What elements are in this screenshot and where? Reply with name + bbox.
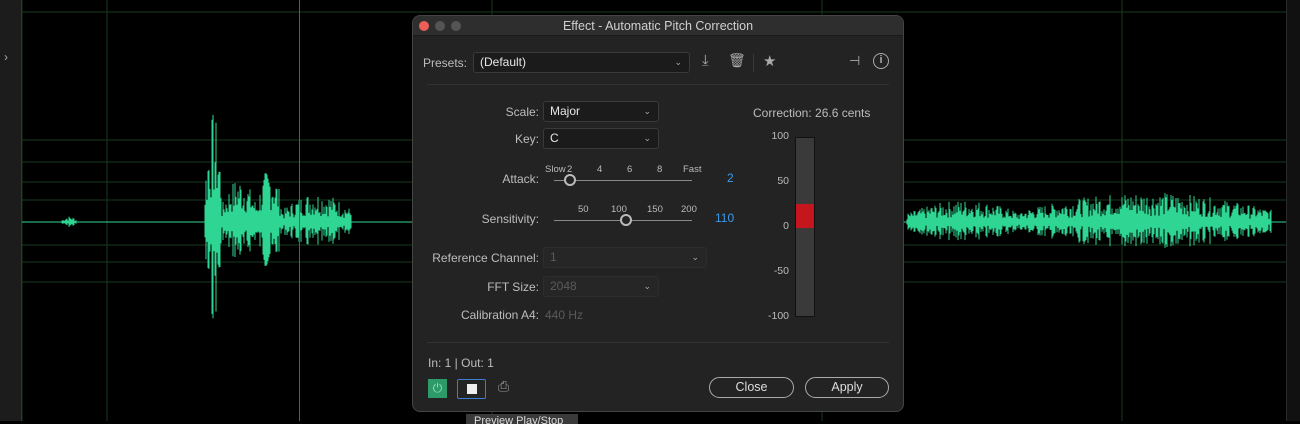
tick-label: 4: [597, 164, 603, 175]
meter-tick-label: -100: [767, 310, 789, 322]
io-status: In: 1 | Out: 1: [428, 356, 494, 370]
power-toggle-icon[interactable]: ⏻: [428, 379, 447, 398]
sensitivity-slider-thumb[interactable]: [620, 214, 632, 226]
fft-size-select[interactable]: 2048 ⌄: [543, 276, 659, 297]
meter-tick-label: 50: [777, 175, 789, 187]
attack-value[interactable]: 2: [727, 171, 734, 185]
left-panel: ›: [0, 0, 22, 421]
save-preset-icon[interactable]: ⤓: [702, 52, 709, 69]
tick-label: 50: [578, 204, 589, 215]
info-icon[interactable]: i: [873, 53, 889, 69]
fft-size-label: FFT Size:: [487, 280, 539, 294]
chevron-right-icon[interactable]: ›: [4, 50, 8, 64]
separator: [427, 342, 889, 343]
key-select[interactable]: C ⌄: [543, 128, 659, 149]
close-window-icon[interactable]: [419, 21, 429, 31]
right-scrollbar[interactable]: [1286, 0, 1300, 421]
presets-label: Presets:: [422, 56, 467, 70]
calibration-label: Calibration A4:: [460, 308, 539, 322]
favorite-star-icon[interactable]: ★: [763, 52, 776, 70]
playhead[interactable]: [299, 0, 300, 421]
loop-export-icon[interactable]: ⎙: [498, 378, 509, 395]
sensitivity-label: Sensitivity:: [481, 212, 539, 226]
scale-select[interactable]: Major ⌄: [543, 101, 659, 122]
apply-button[interactable]: Apply: [805, 377, 889, 398]
chevron-down-icon: ⌄: [643, 281, 651, 291]
chevron-down-icon: ⌄: [691, 252, 699, 262]
chevron-down-icon: ⌄: [643, 106, 651, 116]
separator: [427, 84, 889, 85]
attack-label: Attack:: [502, 172, 539, 186]
scale-label: Scale:: [505, 105, 539, 119]
tick-label: 6: [627, 164, 633, 175]
preset-value: (Default): [480, 55, 527, 69]
effect-dialog: Effect - Automatic Pitch Correction Pres…: [412, 15, 904, 412]
presets-select[interactable]: (Default) ⌄: [473, 52, 690, 73]
trash-icon[interactable]: 🗑: [728, 52, 746, 69]
attack-slider-thumb[interactable]: [564, 174, 576, 186]
reference-channel-select[interactable]: 1 ⌄: [543, 247, 707, 268]
reference-channel-label: Reference Channel:: [432, 251, 539, 265]
key-value: C: [550, 131, 559, 145]
tick-label: Fast: [683, 164, 702, 175]
correction-meter: [795, 137, 815, 317]
chevron-down-icon: ⌄: [674, 57, 682, 67]
fft-size-value: 2048: [550, 279, 577, 293]
tick-label: 8: [657, 164, 663, 175]
correction-meter-fill: [796, 204, 814, 228]
reference-channel-value: 1: [550, 250, 557, 264]
meter-tick-label: -50: [773, 265, 789, 277]
zoom-window-icon[interactable]: [451, 21, 461, 31]
meter-tick-label: 100: [771, 130, 789, 142]
minimize-window-icon[interactable]: [435, 21, 445, 31]
preview-play-stop-button[interactable]: [457, 379, 486, 399]
scale-value: Major: [550, 104, 581, 118]
title-bar: Effect - Automatic Pitch Correction: [413, 16, 903, 36]
calibration-value[interactable]: 440 Hz: [545, 308, 583, 322]
routing-icon[interactable]: ⊣: [849, 53, 860, 69]
tick-label: Slow: [545, 164, 566, 175]
tooltip: Preview Play/Stop: [466, 414, 578, 424]
tick-label: 200: [681, 204, 697, 215]
stop-icon: [467, 384, 477, 394]
correction-readout: Correction: 26.6 cents: [753, 106, 871, 120]
divider: [753, 54, 754, 72]
tick-label: 150: [647, 204, 663, 215]
dialog-title: Effect - Automatic Pitch Correction: [562, 19, 754, 33]
meter-tick-label: 0: [783, 220, 789, 232]
chevron-down-icon: ⌄: [643, 133, 651, 143]
close-button[interactable]: Close: [709, 377, 794, 398]
key-label: Key:: [514, 132, 539, 146]
sensitivity-value[interactable]: 110: [715, 211, 734, 225]
